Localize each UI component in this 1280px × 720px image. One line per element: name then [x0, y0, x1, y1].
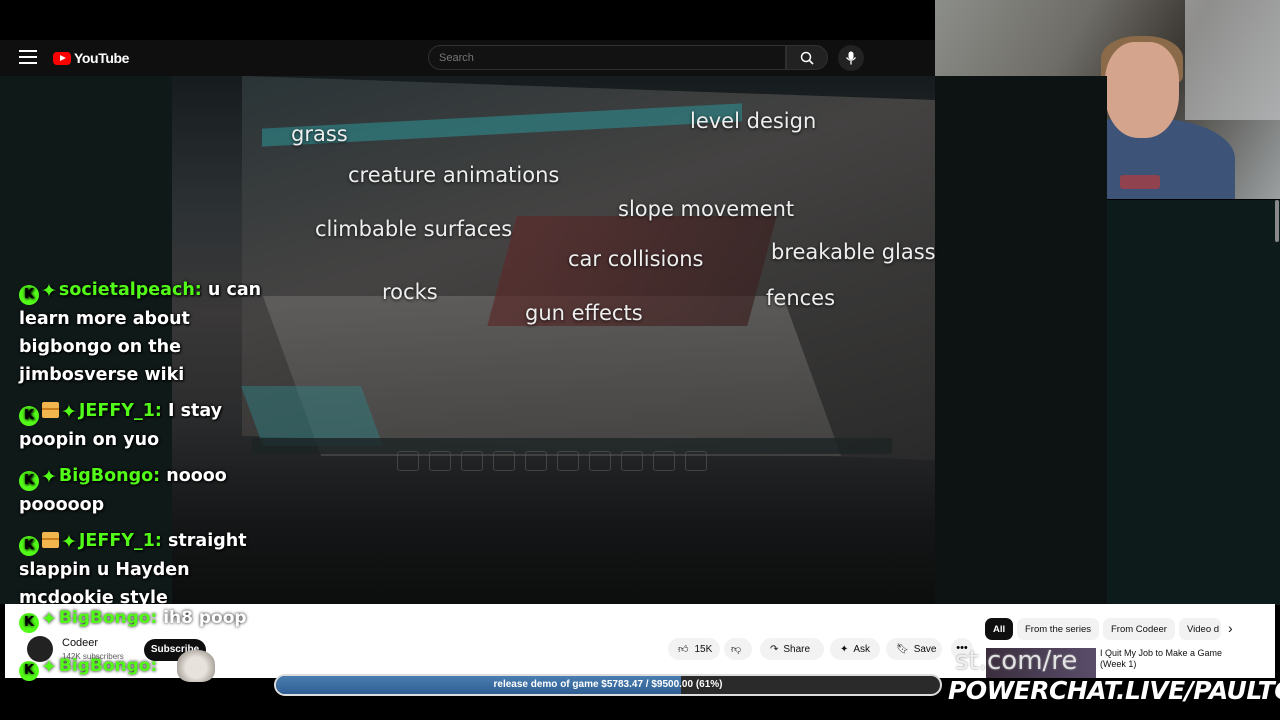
kick-badge-icon: K [19, 613, 39, 633]
diamond-badge-icon: ✦ [41, 466, 57, 488]
search-button[interactable] [786, 45, 828, 70]
chat-username: JEFFY_1: [78, 401, 162, 421]
search-icon [800, 51, 814, 65]
asset-icon [557, 451, 579, 471]
chat-username: societalpeach: [58, 280, 202, 300]
stream-screen: YouTube grass level design creature anim… [0, 0, 1280, 720]
channel-name[interactable]: Codeer [62, 637, 98, 649]
chat-username: JEFFY_1: [78, 531, 162, 551]
overlay-car-collisions: car collisions [568, 247, 704, 271]
gift-badge-icon [42, 532, 59, 548]
bookmark-icon: 🔖︎ [896, 643, 909, 655]
youtube-play-icon [53, 51, 71, 65]
asset-icon [589, 451, 611, 471]
ask-button[interactable]: ✦ Ask [830, 638, 880, 660]
goal-text: release demo of game $5783.47 / $9500.00… [493, 679, 723, 690]
overlay-gun-effects: gun effects [525, 301, 643, 325]
cat-emote [177, 650, 215, 682]
dislike-button[interactable]: 👎︎ [724, 638, 752, 660]
asset-icon [525, 451, 547, 471]
powerchat-url: POWERCHAT.LIVE/PAULTOWN [948, 676, 1280, 705]
overlay-grass: grass [291, 122, 348, 146]
share-icon: ↷ [770, 643, 779, 655]
overlay-level-design: level design [690, 109, 817, 133]
diamond-badge-icon: ✦ [41, 656, 57, 678]
donation-goal-bar: release demo of game $5783.47 / $9500.00… [274, 674, 942, 696]
chip-from-series[interactable]: From the series [1017, 618, 1099, 640]
overlay-slope-movement: slope movement [618, 197, 795, 221]
kick-badge-icon: K [19, 285, 39, 305]
asset-icon [429, 451, 451, 471]
page-right-panel [1107, 200, 1280, 605]
chat-message: K ✦ BigBongo: noooo pooooop [19, 462, 281, 519]
video-right-shade [935, 76, 1107, 604]
thumbs-up-icon: 👍︎ [678, 644, 689, 655]
chat-overlay: K ✦ societalpeach: u can learn more about … [19, 276, 281, 620]
chat-username: BigBongo: [58, 466, 161, 486]
youtube-logo[interactable]: YouTube [53, 50, 129, 66]
youtube-brand-text: YouTube [74, 50, 130, 66]
chip-from-codeer[interactable]: From Codeer [1103, 618, 1175, 640]
kick-badge-icon: K [19, 471, 39, 491]
kick-badge-icon: K [19, 661, 39, 681]
kick-badge-icon: K [19, 406, 39, 426]
like-button[interactable]: 👍︎ 15K [668, 638, 720, 660]
save-label: Save [913, 643, 937, 655]
overlay-climbable-surfaces: climbable surfaces [315, 217, 513, 241]
recommended-title[interactable]: I Quit My Job to Make a Game (Week 1) [1100, 648, 1250, 670]
chat-message: K ✦ JEFFY_1: straight slappin u Hayden mcd… [19, 527, 281, 612]
asset-icon [493, 451, 515, 471]
share-label: Share [783, 643, 811, 655]
chat-message: K ✦ societalpeach: u can learn more about … [19, 276, 281, 389]
chip-video[interactable]: Video d [1179, 618, 1221, 640]
overlay-creature-animations: creature animations [348, 163, 560, 187]
overlay-breakable-glass: breakable glass [771, 240, 936, 264]
ask-label: Ask [853, 643, 871, 655]
youtube-header: YouTube [0, 40, 935, 76]
chat-message-partial: K ✦ BigBongo: [19, 656, 157, 681]
streamer-face [1105, 42, 1179, 138]
chat-username: BigBongo: [58, 608, 158, 628]
sparkle-icon: ✦ [840, 643, 849, 655]
asset-icon [621, 451, 643, 471]
save-button[interactable]: 🔖︎ Save [886, 638, 942, 660]
gift-badge-icon [42, 402, 59, 418]
thumbs-down-icon: 👎︎ [731, 644, 742, 655]
share-button[interactable]: ↷ Share [760, 638, 824, 660]
like-count: 15K [694, 643, 713, 655]
diamond-badge-icon: ✦ [41, 608, 57, 630]
cam-window [1185, 0, 1280, 120]
chip-all[interactable]: All [985, 618, 1014, 640]
asset-icon [685, 451, 707, 471]
chat-text: ih8 poop [163, 608, 247, 628]
chat-message: K ✦ JEFFY_1: I stay poopin on yuo [19, 397, 281, 454]
asset-icon [397, 451, 419, 471]
kick-badge-icon: K [19, 536, 39, 556]
menu-icon[interactable] [19, 50, 37, 66]
chat-username: BigBongo: [58, 656, 158, 676]
chevron-right-icon[interactable]: › [1228, 620, 1233, 636]
asset-icon [461, 451, 483, 471]
asset-icon [653, 451, 675, 471]
microphone-icon [845, 51, 857, 65]
chat-message-partial: K ✦ BigBongo: ih8 poop [19, 608, 247, 633]
overlay-rocks: rocks [382, 280, 438, 304]
watermark-text: st.com/re [955, 646, 1078, 676]
diamond-badge-icon: ✦ [61, 531, 77, 553]
voice-search-button[interactable] [838, 45, 864, 71]
diamond-badge-icon: ✦ [41, 280, 57, 302]
search-input[interactable] [428, 45, 786, 70]
editor-asset-icons [397, 451, 707, 471]
hoodie-logo [1120, 175, 1160, 189]
diamond-badge-icon: ✦ [61, 401, 77, 423]
overlay-fences: fences [766, 286, 836, 310]
scrollbar-thumb[interactable] [1275, 200, 1279, 242]
